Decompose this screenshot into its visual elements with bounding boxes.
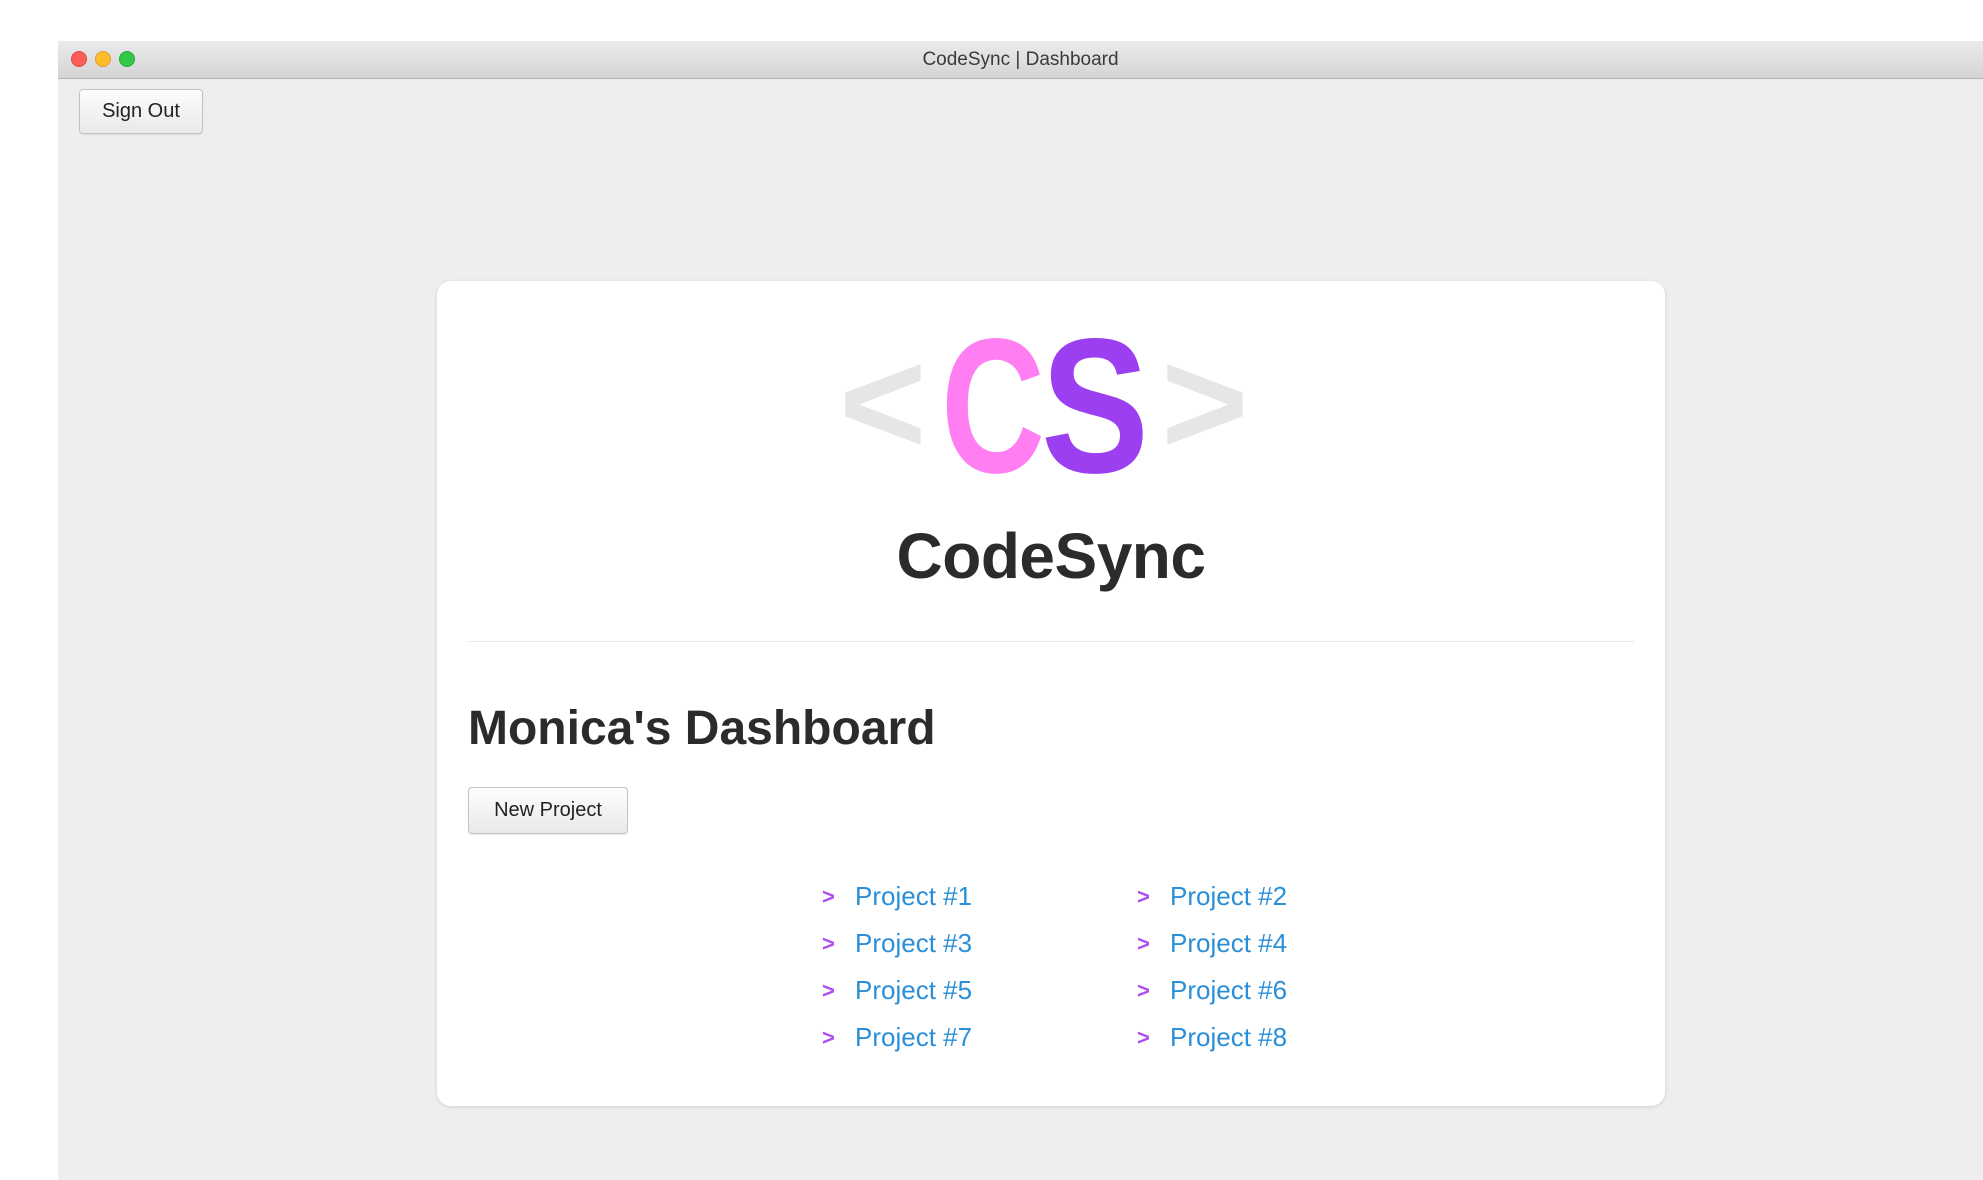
project-link-2[interactable]: > Project #2 (1137, 879, 1322, 914)
project-link-label[interactable]: Project #8 (1170, 1022, 1287, 1053)
project-link-5[interactable]: > Project #5 (822, 973, 1137, 1008)
project-link-label[interactable]: Project #1 (855, 881, 972, 912)
new-project-button[interactable]: New Project (468, 787, 628, 834)
page-title: Monica's Dashboard (468, 702, 936, 755)
project-list: > Project #1 > Project #2 > Project #3 >… (822, 879, 1322, 1055)
chevron-right-icon: > (822, 1024, 835, 1050)
divider (468, 641, 1634, 642)
project-link-4[interactable]: > Project #4 (1137, 926, 1322, 961)
chevron-right-icon: > (822, 930, 835, 956)
app-window: CodeSync | Dashboard Sign Out < C S > Co… (58, 41, 1983, 1180)
chevron-right-icon: > (1137, 883, 1150, 909)
project-link-label[interactable]: Project #3 (855, 928, 972, 959)
project-link-label[interactable]: Project #7 (855, 1022, 972, 1053)
project-link-7[interactable]: > Project #7 (822, 1020, 1137, 1055)
logo-left-bracket: < (839, 326, 927, 486)
project-link-label[interactable]: Project #2 (1170, 881, 1287, 912)
project-link-3[interactable]: > Project #3 (822, 926, 1137, 961)
logo-right-bracket: > (1161, 326, 1249, 486)
project-link-6[interactable]: > Project #6 (1137, 973, 1322, 1008)
project-link-label[interactable]: Project #5 (855, 975, 972, 1006)
chevron-right-icon: > (822, 883, 835, 909)
chevron-right-icon: > (1137, 1024, 1150, 1050)
window-title: CodeSync | Dashboard (922, 49, 1119, 70)
project-link-1[interactable]: > Project #1 (822, 879, 1137, 914)
sign-out-button[interactable]: Sign Out (79, 89, 203, 134)
codesync-logo: < C S > (839, 326, 1249, 486)
chevron-right-icon: > (1137, 977, 1150, 1003)
project-link-label[interactable]: Project #4 (1170, 928, 1287, 959)
dashboard-card: < C S > CodeSync Monica's Dashboard New … (437, 281, 1665, 1106)
brand-name: CodeSync (896, 520, 1206, 592)
project-link-label[interactable]: Project #6 (1170, 975, 1287, 1006)
chevron-right-icon: > (822, 977, 835, 1003)
chevron-right-icon: > (1137, 930, 1150, 956)
logo-letter-c: C (941, 326, 1045, 486)
project-link-8[interactable]: > Project #8 (1137, 1020, 1322, 1055)
title-bar: CodeSync | Dashboard (58, 41, 1983, 79)
logo-letter-s: S (1041, 326, 1149, 486)
